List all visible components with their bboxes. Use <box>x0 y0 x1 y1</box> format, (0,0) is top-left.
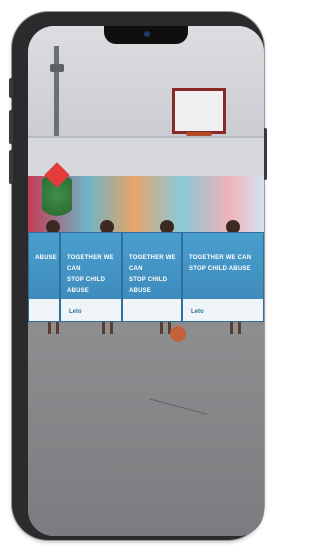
banner-footer <box>123 299 181 321</box>
background-wall <box>28 26 264 146</box>
child-leg <box>160 322 163 334</box>
child-leg <box>102 322 105 334</box>
banner-footer: Leto <box>183 299 263 321</box>
ball <box>170 326 186 342</box>
banner: ABUSE <box>28 232 60 322</box>
banner-line-2: STOP CHILD ABUSE <box>67 277 106 294</box>
banner-text: ABUSE <box>35 253 58 264</box>
banner-line-1: TOGETHER WE CAN <box>189 255 252 261</box>
lamp <box>50 64 64 72</box>
child-leg <box>110 322 113 334</box>
light-pole <box>54 46 59 146</box>
banner-text: TOGETHER WE CAN STOP CHILD ABUSE <box>129 253 177 297</box>
banner-row: ABUSE TOGETHER WE CAN STOP CHILD ABUSE L… <box>28 232 264 322</box>
banner-logo: Leto <box>69 309 82 315</box>
banner-line-2: STOP CHILD ABUSE <box>189 266 251 272</box>
banner-text: TOGETHER WE CAN STOP CHILD ABUSE <box>67 253 117 297</box>
banner-line-2: STOP CHILD ABUSE <box>129 277 168 294</box>
child-leg <box>56 322 59 334</box>
phone-screen: ABUSE TOGETHER WE CAN STOP CHILD ABUSE L… <box>28 26 264 536</box>
banner: TOGETHER WE CAN STOP CHILD ABUSE Leto <box>60 232 122 322</box>
banner-text: TOGETHER WE CAN STOP CHILD ABUSE <box>189 253 259 275</box>
silent-switch <box>9 78 13 98</box>
volume-down-button <box>9 150 13 184</box>
court-ground <box>28 326 264 536</box>
banner-line-1: TOGETHER WE CAN <box>67 255 114 272</box>
banner-line-1: TOGETHER WE CAN <box>129 255 176 272</box>
basketball-backboard <box>172 88 226 134</box>
child-leg <box>230 322 233 334</box>
banner: TOGETHER WE CAN STOP CHILD ABUSE <box>122 232 182 322</box>
child-leg <box>48 322 51 334</box>
banner: TOGETHER WE CAN STOP CHILD ABUSE Leto <box>182 232 264 322</box>
banner-footer: Leto <box>61 299 121 321</box>
banner-logo: Leto <box>191 309 204 315</box>
volume-up-button <box>9 110 13 144</box>
front-camera-icon <box>144 31 150 37</box>
banner-line-2: ABUSE <box>35 255 58 261</box>
banner-footer <box>29 299 59 321</box>
child-leg <box>238 322 241 334</box>
